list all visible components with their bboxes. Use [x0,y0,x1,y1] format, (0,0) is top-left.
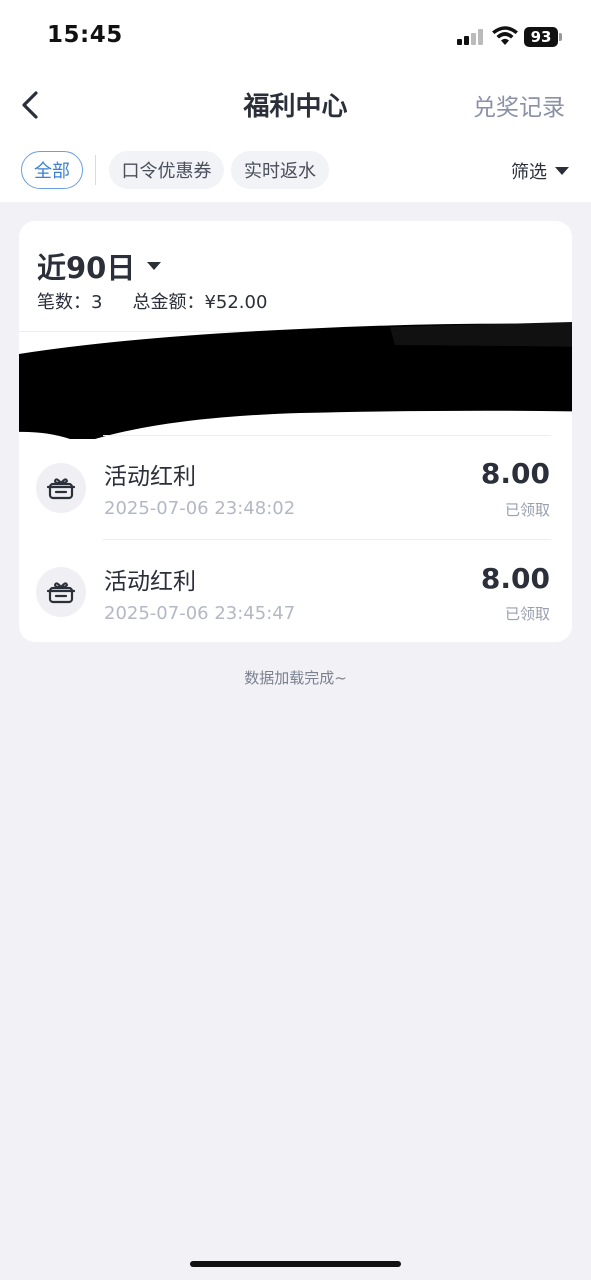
tab-rebate-label: 实时返水 [244,161,316,182]
home-indicator[interactable] [190,1261,401,1267]
record-date: 2025-07-06 23:45:47 [104,603,296,624]
tab-all-label: 全部 [34,161,70,182]
redeem-records-link[interactable]: 兑奖记录 [473,88,565,122]
record-amount: 8.00 [480,562,550,595]
tab-all[interactable]: 全部 [21,151,83,189]
records-card: 近90日 笔数：3 总金额：¥52.00 活动红利 2025-07-06 23:… [19,221,572,642]
record-status: 已领取 [504,605,550,623]
count-label: 笔数： [37,292,91,313]
total-value: ¥52.00 [204,292,268,313]
record-amount: 8.00 [480,457,550,490]
filter-label: 筛选 [511,162,547,183]
record-title: 活动红利 [104,569,196,595]
caret-down-icon [147,262,162,270]
battery-level: 93 [530,28,552,46]
period-label: 近90日 [37,251,136,285]
load-complete-text: 数据加载完成~ [244,669,347,687]
wifi-icon [492,26,518,45]
redaction-scribble [19,322,572,439]
summary-line: 笔数：3 总金额：¥52.00 [37,288,267,314]
record-title: 活动红利 [104,464,196,490]
gift-box-icon [36,567,86,617]
count-text: 笔数：3 [37,288,102,314]
total-label: 总金额： [132,292,205,313]
record-date: 2025-07-06 23:48:02 [104,498,296,519]
tab-rebate[interactable]: 实时返水 [231,151,329,189]
filter-button[interactable]: 筛选 [511,158,569,184]
total-text: 总金额：¥52.00 [132,288,267,314]
tab-divider [95,155,96,185]
signal-icon [457,29,483,45]
tab-coupon[interactable]: 口令优惠券 [109,151,224,189]
gift-box-icon [36,463,86,513]
count-value: 3 [91,292,103,313]
battery-cap [559,33,562,41]
tab-coupon-label: 口令优惠券 [121,161,212,182]
battery-icon: 93 [524,27,558,47]
record-status: 已领取 [504,501,550,519]
row-divider [103,539,551,540]
status-time: 15:45 [47,22,123,48]
caret-down-icon [555,167,569,175]
row-divider [103,435,551,436]
period-selector[interactable]: 近90日 [37,245,162,287]
